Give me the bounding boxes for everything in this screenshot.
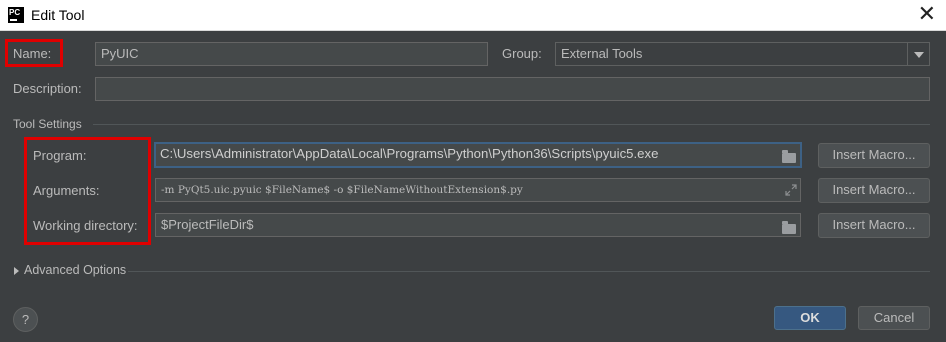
tool-settings-heading: Tool Settings [13, 117, 82, 131]
tool-settings-divider [93, 124, 930, 125]
advanced-options-toggle[interactable]: Advanced Options [24, 263, 126, 277]
working-directory-browse-folder-icon[interactable] [782, 221, 796, 234]
group-dropdown-button[interactable] [907, 43, 929, 65]
pycharm-app-icon: PC [8, 7, 24, 23]
working-directory-label: Working directory: [33, 218, 138, 233]
group-select[interactable]: External Tools [555, 42, 930, 66]
caret-right-icon[interactable] [14, 267, 19, 275]
window-title: Edit Tool [31, 7, 85, 23]
arguments-label: Arguments: [33, 183, 100, 198]
cancel-button[interactable]: Cancel [858, 306, 930, 330]
group-label: Group: [502, 46, 542, 61]
working-directory-insert-macro-button[interactable]: Insert Macro... [818, 213, 930, 238]
arguments-input[interactable]: -m PyQt5.uic.pyuic $FileName$ -o $FileNa… [155, 178, 801, 202]
advanced-options-divider [128, 271, 930, 272]
description-label: Description: [13, 81, 82, 96]
program-label: Program: [33, 148, 87, 163]
program-input-value: C:\Users\Administrator\AppData\Local\Pro… [160, 146, 659, 161]
working-directory-input-value: $ProjectFileDir$ [161, 217, 254, 232]
group-select-value: External Tools [561, 46, 643, 61]
working-directory-input[interactable]: $ProjectFileDir$ [155, 213, 801, 237]
arguments-input-value: -m PyQt5.uic.pyuic $FileName$ -o $FileNa… [161, 184, 523, 196]
chevron-down-icon [914, 52, 924, 58]
name-label: Name: [13, 46, 52, 61]
title-bar: PC Edit Tool ✕ [0, 0, 946, 31]
close-icon[interactable]: ✕ [918, 3, 936, 25]
arguments-insert-macro-button[interactable]: Insert Macro... [818, 178, 930, 203]
program-browse-folder-icon[interactable] [782, 150, 796, 163]
description-input[interactable] [95, 77, 930, 101]
help-button[interactable]: ? [13, 307, 38, 332]
ok-button[interactable]: OK [774, 306, 846, 330]
program-insert-macro-button[interactable]: Insert Macro... [818, 143, 930, 168]
expand-icon[interactable] [785, 184, 797, 196]
program-input[interactable]: C:\Users\Administrator\AppData\Local\Pro… [154, 142, 802, 168]
name-input[interactable]: PyUIC [95, 42, 488, 66]
